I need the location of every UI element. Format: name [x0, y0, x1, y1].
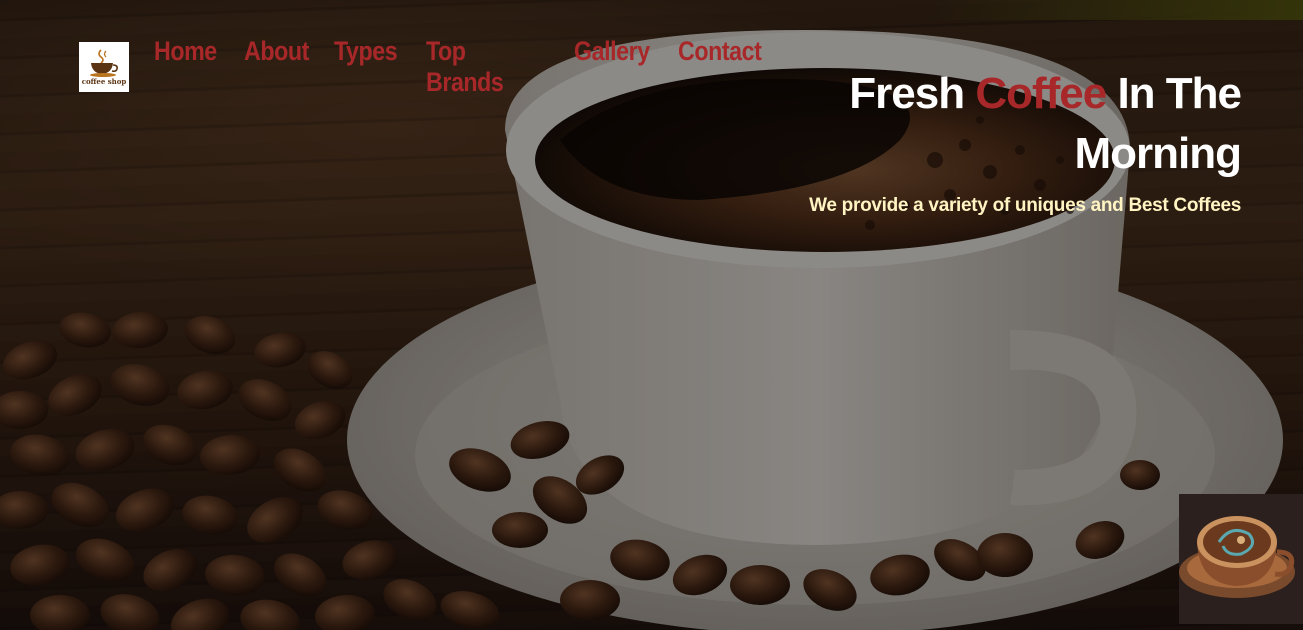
nav-contact-link[interactable]: Contact [678, 36, 762, 98]
nav-gallery-link[interactable]: Gallery [574, 36, 650, 98]
latte-art-thumbnail[interactable] [1179, 494, 1303, 624]
latte-art-image [1179, 494, 1303, 624]
coffee-cup-icon [90, 49, 118, 77]
hero-title: Fresh Coffee In The Morning [821, 64, 1242, 184]
logo[interactable]: coffee shop [79, 42, 129, 92]
hero-subtitle: We provide a variety of uniques and Best… [809, 195, 1241, 216]
nav-links: Home About Types Top Brands Gallery Cont… [154, 36, 762, 98]
hero-headline: Fresh Coffee In The Morning [821, 64, 1242, 184]
nav-home-link[interactable]: Home [154, 36, 217, 98]
nav-about-link[interactable]: About [244, 36, 309, 98]
title-part-1: Fresh [849, 69, 976, 118]
nav-top-brands-link[interactable]: Top Brands [426, 36, 527, 98]
nav-types-link[interactable]: Types [334, 36, 398, 98]
main-nav: coffee shop Home About Types Top Brands … [79, 36, 762, 97]
title-accent: Coffee [975, 69, 1107, 118]
logo-text: coffee shop [81, 77, 127, 86]
